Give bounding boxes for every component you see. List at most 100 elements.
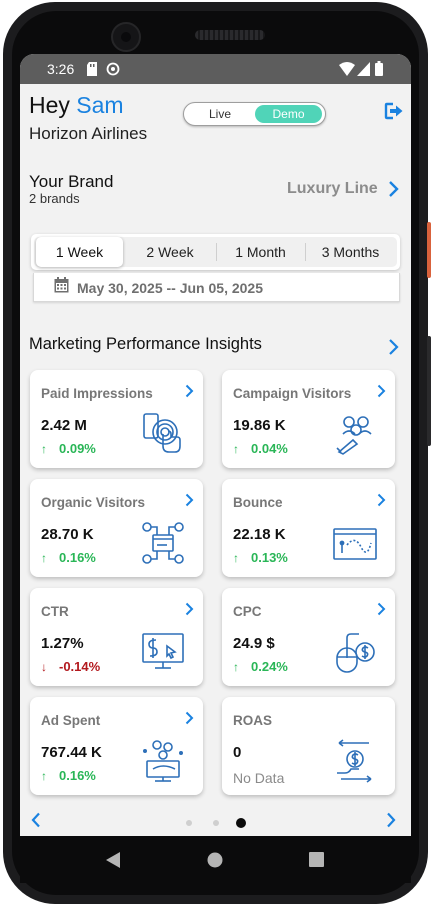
mouse-dollar-icon — [336, 633, 375, 673]
sync-icon — [106, 62, 120, 76]
metric-title: Ad Spent — [41, 713, 101, 728]
metric-value: 22.18 K — [233, 526, 286, 543]
metric-no-data: No Data — [233, 770, 285, 786]
metric-title: CTR — [41, 604, 69, 619]
metric-change: ↓ -0.14% — [41, 659, 100, 674]
metric-title: Bounce — [233, 495, 283, 510]
metric-card-bounce[interactable]: Bounce 22.18 K ↑ 0.13% — [222, 479, 395, 577]
metric-title: Organic Visitors — [41, 495, 146, 510]
home-icon[interactable] — [207, 852, 223, 868]
arrow-up-icon: ↑ — [233, 551, 239, 565]
earpiece-speaker — [195, 30, 265, 40]
metric-card-ad-spent[interactable]: Ad Spent 767.44 K ↑ 0.16% — [30, 697, 203, 795]
metric-value: 19.86 K — [233, 417, 286, 434]
metric-title: CPC — [233, 604, 262, 619]
next-page-icon[interactable] — [386, 812, 396, 828]
power-button — [427, 222, 431, 278]
metric-card-roas[interactable]: ROAS 0 No Data — [222, 697, 395, 795]
live-option[interactable]: Live — [188, 105, 252, 123]
metric-change: ↑ 0.24% — [233, 659, 288, 674]
arrow-down-icon: ↓ — [41, 660, 47, 674]
metric-title: Paid Impressions — [41, 386, 153, 401]
return-investment-icon — [337, 739, 372, 783]
company-name: Horizon Airlines — [29, 124, 148, 143]
metric-change-value: 0.13% — [251, 550, 288, 565]
metric-value: 767.44 K — [41, 744, 102, 761]
back-icon[interactable] — [105, 852, 121, 868]
pager — [20, 802, 411, 836]
previous-page-icon[interactable] — [31, 812, 41, 828]
greeting-text: Hey — [29, 92, 70, 118]
metric-card-ctr[interactable]: CTR 1.27% ↓ -0.14% — [30, 588, 203, 686]
tab-1-week[interactable]: 1 Week — [36, 237, 123, 267]
live-demo-toggle[interactable]: Live Demo — [183, 102, 326, 126]
user-name: Sam — [76, 92, 124, 118]
system-navigation-bar — [20, 836, 411, 883]
chevron-right-icon[interactable] — [185, 602, 194, 616]
brand-title: Your Brand — [29, 172, 114, 191]
cell-signal-icon — [357, 62, 370, 76]
metric-card-cpc[interactable]: CPC 24.9 $ ↑ 0.24% — [222, 588, 395, 686]
date-range-text: May 30, 2025 -- Jun 05, 2025 — [77, 280, 263, 296]
chevron-right-icon[interactable] — [185, 384, 194, 398]
tab-1-month[interactable]: 1 Month — [217, 237, 304, 267]
date-range-track: 1 Week 2 Week 1 Month 3 Months — [34, 237, 397, 267]
sd-card-icon — [87, 62, 97, 76]
battery-icon — [375, 61, 383, 76]
status-bar: 3:26 — [20, 54, 411, 84]
metric-change: ↑ 0.16% — [41, 768, 96, 783]
app-screen: 3:26 Hey Sam Horizon Airlines Live Demo — [20, 54, 411, 836]
chevron-right-icon[interactable] — [185, 711, 194, 725]
metric-change-value: 0.24% — [251, 659, 288, 674]
metric-value: 0 — [233, 744, 242, 761]
metric-value: 2.42 M — [41, 417, 87, 434]
arrow-up-icon: ↑ — [233, 442, 239, 456]
arrow-up-icon: ↑ — [41, 442, 47, 456]
metric-value: 24.9 $ — [233, 635, 275, 652]
recents-icon[interactable] — [309, 852, 324, 867]
page-dot-3-active[interactable] — [236, 818, 246, 828]
monitor-click-icon — [142, 633, 184, 669]
metric-value: 28.70 K — [41, 526, 94, 543]
metric-title: ROAS — [233, 713, 273, 728]
calendar-icon — [54, 277, 69, 293]
front-camera — [111, 22, 141, 52]
page-dot-2[interactable] — [213, 820, 219, 826]
selected-brand[interactable]: Luxury Line — [287, 180, 378, 198]
brand-chevron-right-icon[interactable] — [388, 180, 400, 198]
metric-change: ↑ 0.13% — [233, 550, 288, 565]
metric-change-value: 0.16% — [59, 550, 96, 565]
tab-3-months[interactable]: 3 Months — [306, 237, 395, 267]
tab-2-week[interactable]: 2 Week — [125, 237, 215, 267]
chevron-right-icon[interactable] — [377, 493, 386, 507]
brand-count: 2 brands — [29, 191, 80, 206]
metric-change-value: 0.09% — [59, 441, 96, 456]
arrow-up-icon: ↑ — [233, 660, 239, 674]
megaphone-audience-icon — [336, 416, 372, 455]
metric-change: ↑ 0.09% — [41, 441, 96, 456]
chevron-right-icon[interactable] — [377, 602, 386, 616]
metric-card-paid-impressions[interactable]: Paid Impressions 2.42 M ↑ 0.09% — [30, 370, 203, 468]
chevron-right-icon[interactable] — [185, 493, 194, 507]
metric-change: ↑ 0.04% — [233, 441, 288, 456]
status-time: 3:26 — [47, 61, 75, 77]
metric-title: Campaign Visitors — [233, 386, 352, 401]
metric-change-value: 0.04% — [251, 441, 288, 456]
demo-option[interactable]: Demo — [255, 105, 322, 123]
greeting: Hey Sam — [29, 92, 124, 119]
metric-card-campaign-visitors[interactable]: Campaign Visitors 19.86 K ↑ 0.04% — [222, 370, 395, 468]
network-users-icon — [142, 522, 184, 564]
section-chevron-right-icon[interactable] — [388, 338, 400, 356]
money-spend-icon — [142, 740, 183, 782]
metric-change-value: 0.16% — [59, 768, 96, 783]
metric-card-organic-visitors[interactable]: Organic Visitors 28.70 K ↑ 0.16% — [30, 479, 203, 577]
chevron-right-icon[interactable] — [377, 384, 386, 398]
metric-change-value: -0.14% — [59, 659, 101, 674]
date-range-display[interactable]: May 30, 2025 -- Jun 05, 2025 — [33, 273, 400, 302]
metric-change: ↑ 0.16% — [41, 550, 96, 565]
logout-icon[interactable] — [384, 102, 404, 120]
page-dot-1[interactable] — [186, 820, 192, 826]
wifi-icon — [339, 62, 355, 76]
date-range-selector: 1 Week 2 Week 1 Month 3 Months — [31, 234, 400, 270]
bounce-browser-icon — [333, 528, 377, 560]
